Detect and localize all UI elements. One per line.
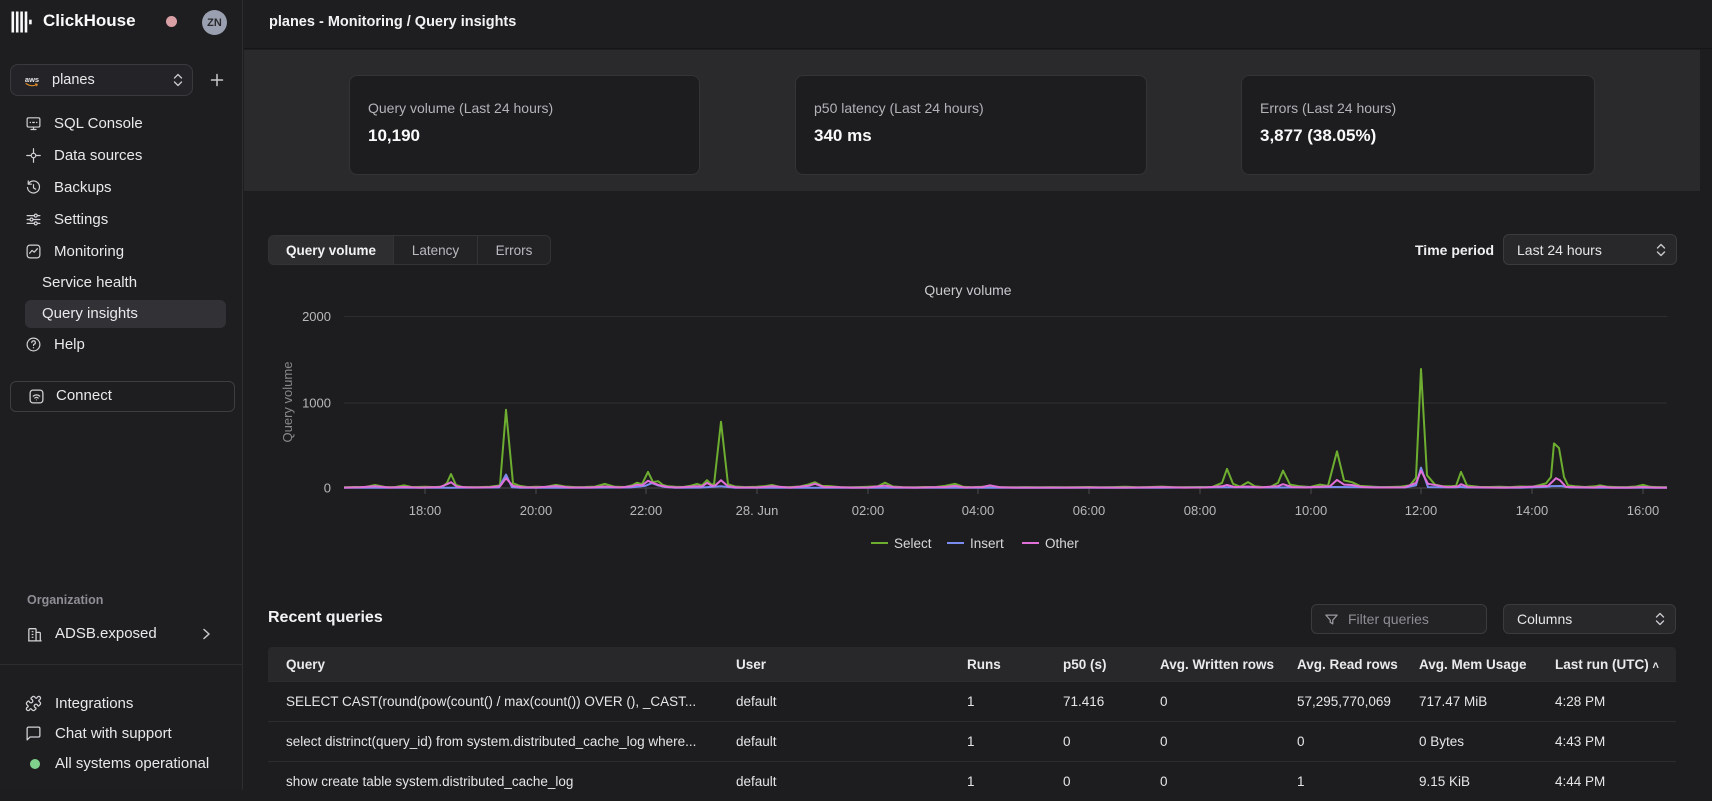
- svg-text:Select: Select: [894, 536, 932, 551]
- svg-text:16:00: 16:00: [1627, 503, 1660, 518]
- svg-text:04:00: 04:00: [962, 503, 995, 518]
- svg-text:1000: 1000: [302, 396, 331, 411]
- svg-text:0: 0: [324, 481, 331, 496]
- svg-text:06:00: 06:00: [1073, 503, 1106, 518]
- svg-text:20:00: 20:00: [520, 503, 553, 518]
- svg-text:Query volume: Query volume: [280, 362, 295, 443]
- svg-text:14:00: 14:00: [1516, 503, 1549, 518]
- svg-text:aws: aws: [25, 75, 39, 84]
- svg-text:08:00: 08:00: [1184, 503, 1217, 518]
- svg-text:Query volume: Query volume: [924, 282, 1011, 298]
- svg-text:10:00: 10:00: [1295, 503, 1328, 518]
- svg-text:12:00: 12:00: [1405, 503, 1438, 518]
- svg-text:Other: Other: [1045, 536, 1079, 551]
- svg-text:28. Jun: 28. Jun: [736, 503, 779, 518]
- svg-text:02:00: 02:00: [852, 503, 885, 518]
- svg-text:22:00: 22:00: [630, 503, 663, 518]
- svg-text:2000: 2000: [302, 309, 331, 324]
- svg-text:Insert: Insert: [970, 536, 1004, 551]
- svg-text:18:00: 18:00: [409, 503, 442, 518]
